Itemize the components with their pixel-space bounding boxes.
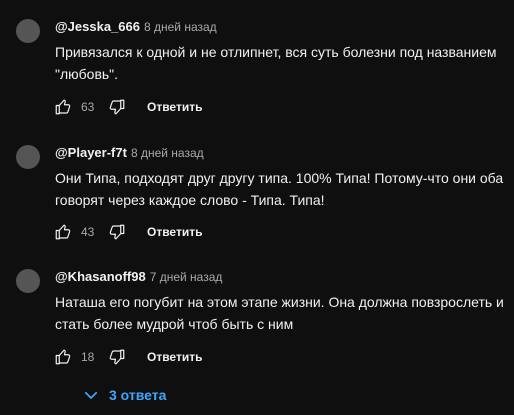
thumb-up-icon — [55, 349, 71, 365]
comment-date[interactable]: 8 дней назад — [144, 20, 217, 34]
comment-date[interactable]: 8 дней назад — [131, 146, 204, 160]
thumb-up-icon — [55, 224, 71, 240]
replies-count-label: 3 ответа — [109, 387, 167, 403]
like-count: 63 — [81, 100, 95, 114]
comment-text: Наташа его погубит на этом этапе жизни. … — [55, 294, 504, 332]
dislike-button[interactable] — [107, 222, 127, 242]
comment-header: @Jesska_666 8 дней назад — [55, 19, 217, 35]
comment-actions: 43 Ответить — [53, 222, 202, 242]
comment-header: @Player-f7t 8 дней назад — [55, 145, 204, 161]
avatar[interactable] — [16, 145, 40, 169]
dislike-button[interactable] — [107, 97, 127, 117]
thumb-down-icon — [109, 349, 125, 365]
comment-header: @Khasanoff98 7 дней назад — [55, 269, 222, 285]
comment-actions: 63 Ответить — [53, 97, 202, 117]
like-button[interactable] — [53, 347, 73, 367]
thumb-down-icon — [109, 224, 125, 240]
comment-author[interactable]: @Jesska_666 — [55, 19, 140, 34]
avatar[interactable] — [16, 19, 40, 43]
like-count: 43 — [81, 225, 95, 239]
like-button[interactable] — [53, 222, 73, 242]
chevron-down-icon — [84, 391, 98, 399]
thumb-up-icon — [55, 99, 71, 115]
avatar[interactable] — [16, 269, 40, 293]
comment-author[interactable]: @Player-f7t — [55, 145, 127, 160]
comment-date[interactable]: 7 дней назад — [150, 270, 223, 284]
comment-actions: 18 Ответить — [53, 347, 202, 367]
comment-text: Привязался к одной и не отлипнет, вся су… — [55, 44, 497, 82]
like-button[interactable] — [53, 97, 73, 117]
like-count: 18 — [81, 350, 95, 364]
show-replies-button[interactable]: 3 ответа — [82, 385, 166, 405]
reply-button[interactable]: Ответить — [147, 100, 202, 114]
comment-author[interactable]: @Khasanoff98 — [55, 269, 146, 284]
comment-text: Они Типа, подходят друг другу типа. 100%… — [55, 170, 504, 208]
reply-button[interactable]: Ответить — [147, 350, 202, 364]
thumb-down-icon — [109, 99, 125, 115]
reply-button[interactable]: Ответить — [147, 225, 202, 239]
dislike-button[interactable] — [107, 347, 127, 367]
